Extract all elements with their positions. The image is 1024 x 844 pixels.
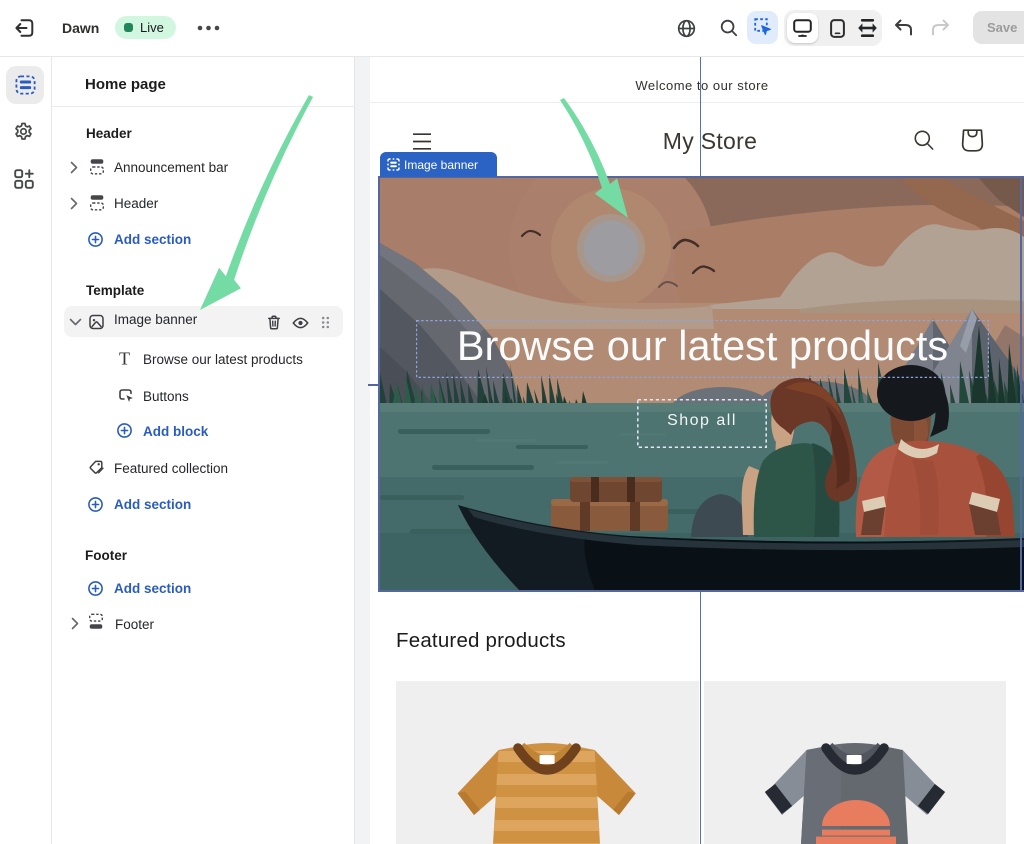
svg-text:T: T <box>119 351 130 367</box>
